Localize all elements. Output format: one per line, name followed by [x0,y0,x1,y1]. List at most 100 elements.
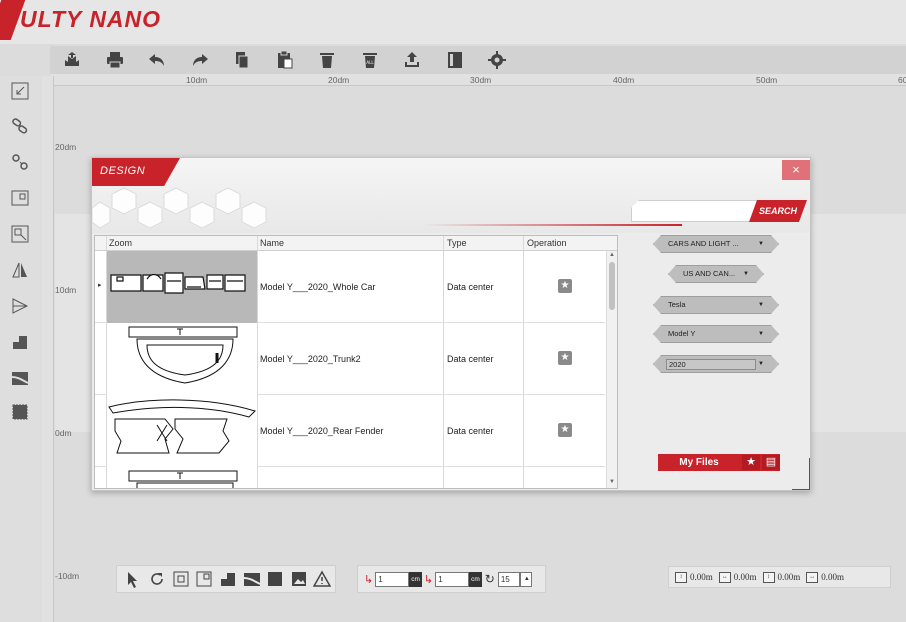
mirror-icon[interactable] [10,260,30,280]
copy-icon[interactable] [228,48,256,72]
height-readout: ↕ 0.00m [675,571,713,583]
height2-readout: ↕ 0.00m [762,571,800,583]
crop-tool-icon[interactable] [194,568,216,590]
chevron-down-icon: ▼ [758,241,764,247]
delete-icon[interactable] [313,48,341,72]
year-value: 2020 [666,359,756,370]
table-scrollbar[interactable]: ▲ ▼ [606,251,617,488]
main-toolbar: ALL [50,46,906,74]
rotate-spinner[interactable]: ▲ [519,571,532,587]
width-readout: ↔ 0.00m [718,571,757,583]
scroll-up-icon[interactable]: ▲ [609,252,615,258]
table-row[interactable] [95,467,605,488]
row-name: Model Y___2020_Trunk2 [260,354,361,364]
search-button[interactable]: SEARCH [749,200,807,222]
svg-text:ALL: ALL [366,60,374,65]
year-dropdown[interactable]: 2020 ▼ [653,355,779,373]
ruler-label: 10dm [186,75,208,85]
library-icon[interactable] [441,48,469,72]
spacing-y-icon: ↳ [423,573,434,586]
my-files-button[interactable]: My Files [658,457,740,468]
column-zoom[interactable]: Zoom [109,238,132,248]
spacing-x-icon: ↳ [364,573,374,586]
measure-readout: ↕ 0.00m ↔ 0.00m ↕ 0.00m ↔ 0.00m [668,566,891,588]
close-button[interactable]: × [782,160,810,180]
spacing-x-unit: cm [409,571,422,587]
favorite-star-icon[interactable]: ★ [558,351,572,365]
search-box: SEARCH [631,200,805,222]
flip-icon[interactable] [10,296,30,316]
step-icon[interactable] [10,332,30,352]
vertical-ruler [42,76,54,622]
spacing-x-input[interactable]: 1 [375,571,410,587]
thumbnail-whole-car [107,251,257,323]
header-accent-line [422,224,682,226]
column-name[interactable]: Name [260,238,284,248]
shrink-icon[interactable] [10,81,30,101]
search-input[interactable] [631,200,771,222]
spacing-y-unit: cm [469,571,482,587]
design-dialog: DESIGN × Zoom Name Type Operation ▸ Mode… [91,157,811,491]
region-dropdown[interactable]: US AND CAN... ▼ [668,265,764,283]
paste-icon[interactable] [271,48,299,72]
thumbnail-trunk [107,323,257,395]
thumbnail-rear-fender [107,395,257,467]
star-icon[interactable]: ★ [742,455,760,470]
crop-icon[interactable] [10,188,30,208]
print-icon[interactable] [101,48,129,72]
image-icon[interactable] [288,568,310,590]
spacing-y-input[interactable]: 1 [435,571,470,587]
brand-dropdown[interactable]: Tesla ▼ [653,296,779,314]
frame-tool-icon[interactable] [264,568,286,590]
rotate-icon[interactable] [147,568,169,590]
bend-tool-icon[interactable] [241,568,263,590]
category-value: CARS AND LIGHT ... [668,239,739,248]
category-dropdown[interactable]: CARS AND LIGHT ... ▼ [653,235,779,253]
table-row[interactable]: Model Y___2020_Rear Fender Data center ★ [95,395,605,467]
select-icon[interactable] [123,568,145,590]
frame-icon[interactable] [10,402,30,422]
scroll-down-icon[interactable]: ▼ [609,479,615,485]
undo-icon[interactable] [143,48,171,72]
ruler-label: 20dm [55,142,77,152]
bend-icon[interactable] [10,368,30,388]
column-type[interactable]: Type [447,238,467,248]
brand-value: Tesla [668,300,686,309]
favorite-star-icon[interactable]: ★ [558,423,572,437]
left-toolbar [0,76,42,622]
unlink-icon[interactable] [10,152,30,172]
thumbnail-partial [107,467,257,488]
scroll-thumb[interactable] [609,262,615,310]
export-icon[interactable] [398,48,426,72]
rotate-angle-input[interactable]: 15 [497,571,520,587]
fit-icon[interactable] [10,224,30,244]
warning-icon[interactable] [312,568,334,590]
document-icon[interactable]: ▤ [762,455,780,470]
import-icon[interactable] [58,48,86,72]
ruler-label: 20dm [328,75,350,85]
ruler-label: 30dm [470,75,492,85]
chevron-down-icon: ▼ [758,331,764,337]
corner-accent [792,458,810,490]
rotate-angle-icon: ↻ [484,572,495,586]
model-dropdown[interactable]: Model Y ▼ [653,325,779,343]
transform-icon[interactable] [170,568,192,590]
table-row[interactable]: Model Y___2020_Trunk2 Data center ★ [95,323,605,395]
ruler-label: 10dm [55,285,77,295]
row-type: Data center [447,426,494,436]
favorite-star-icon[interactable]: ★ [558,279,572,293]
ruler-label: 50dm [756,75,778,85]
settings-icon[interactable] [483,48,511,72]
delete-all-icon[interactable]: ALL [356,48,384,72]
table-header: Zoom Name Type Operation [95,236,617,251]
ruler-label: 60dm [898,75,906,85]
link-icon[interactable] [10,116,30,136]
table-row[interactable]: ▸ Model Y___2020_Whole Car Data center ★ [95,251,605,323]
width2-readout: ↔ 0.00m [806,571,844,583]
fill-icon[interactable] [217,568,239,590]
column-operation[interactable]: Operation [527,238,567,248]
row-type: Data center [447,282,494,292]
redo-icon[interactable] [186,48,214,72]
row-type: Data center [447,354,494,364]
row-name: Model Y___2020_Rear Fender [260,426,384,436]
